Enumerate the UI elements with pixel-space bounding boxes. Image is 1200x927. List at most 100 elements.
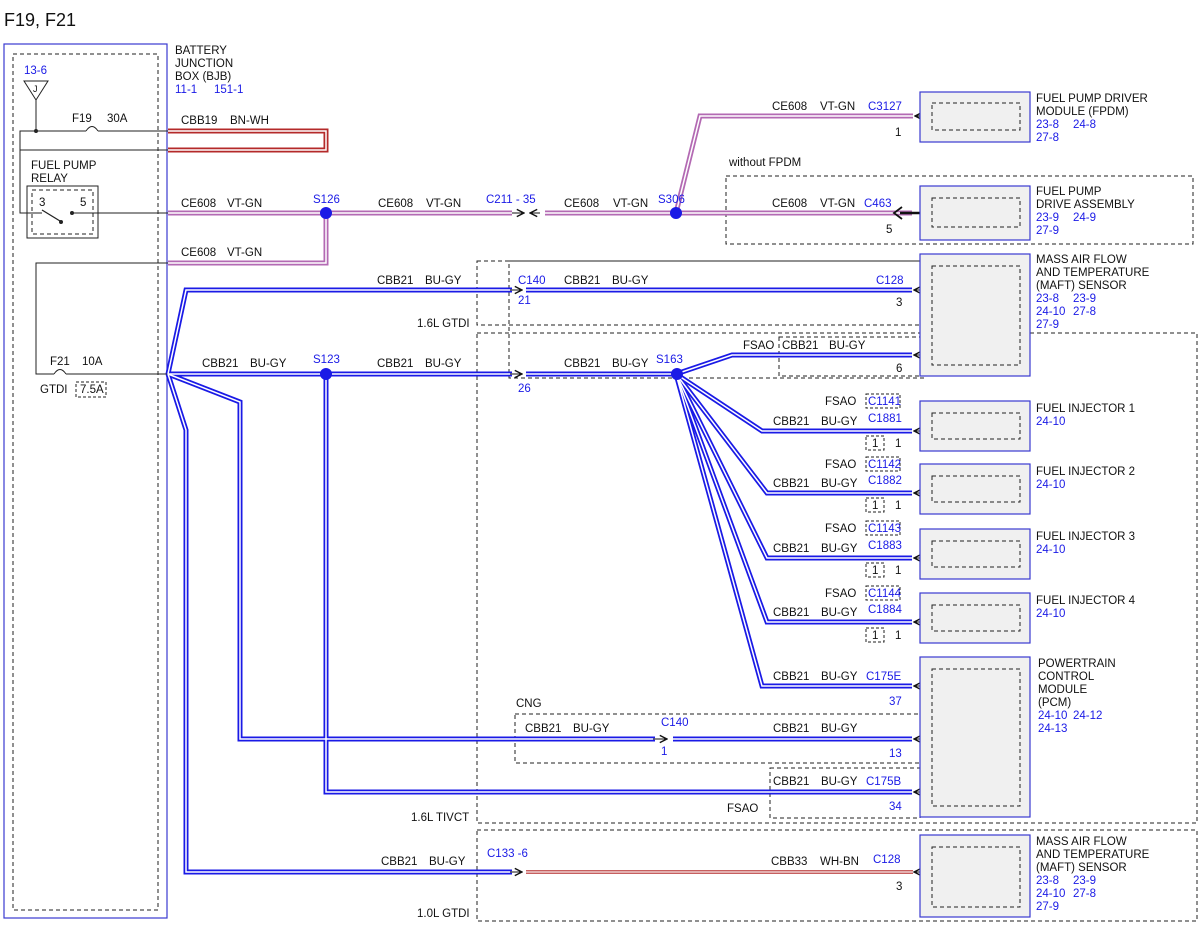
connector-c1143[interactable]: C1143 — [868, 523, 901, 535]
bjb-ref-2[interactable]: 151-1 — [214, 84, 243, 96]
wiring-diagram: F19, F21 BATTERY JUNCTION BOX (BJB) 11-1… — [3, 10, 1198, 922]
maft2-line-3: (MAFT) SENSOR — [1036, 862, 1127, 874]
component-maft-sensor-1[interactable] — [919, 253, 1031, 377]
splice-s123-dot[interactable] — [320, 368, 332, 380]
fuse-f19-label: F19 — [72, 113, 92, 125]
battery-junction-box: BATTERY JUNCTION BOX (BJB) 11-1 151-1 13… — [3, 43, 243, 919]
fpdm-ref-2[interactable]: 24-8 — [1073, 119, 1096, 131]
cbb21-label-inj3: CBB21 — [773, 543, 809, 555]
splice-s126-dot[interactable] — [320, 207, 332, 219]
connector-c175b[interactable]: C175B — [866, 776, 901, 788]
fpdm-line-1: FUEL PUMP DRIVER — [1036, 93, 1148, 105]
maft1-ref-5[interactable]: 27-9 — [1036, 319, 1059, 331]
connector-c1881[interactable]: C1881 — [868, 413, 902, 425]
pcm-ref-2[interactable]: 24-12 — [1073, 710, 1102, 722]
connector-c1141[interactable]: C1141 — [868, 396, 901, 408]
connector-c128-b[interactable]: C128 — [873, 854, 901, 866]
pin-c140-a: 21 — [518, 295, 531, 307]
bjb-ref-1[interactable]: 11-1 — [175, 84, 197, 96]
splices[interactable] — [320, 207, 683, 380]
pcm-ref-3[interactable]: 24-13 — [1038, 723, 1067, 735]
fpda-ref-3[interactable]: 27-9 — [1036, 225, 1059, 237]
splice-s163[interactable]: S163 — [656, 354, 683, 366]
maft2-ref-2[interactable]: 23-9 — [1073, 875, 1096, 887]
connector-c140-a[interactable]: C140 — [518, 275, 546, 287]
connector-c3127[interactable]: C3127 — [868, 101, 902, 113]
maft2-ref-5[interactable]: 27-9 — [1036, 901, 1059, 913]
option-16-tivct: 1.6L TIVCT — [411, 812, 469, 824]
wire-ce608-color-3: VT-GN — [426, 198, 461, 210]
inj1-label: FUEL INJECTOR 1 — [1036, 403, 1135, 415]
component-fuel-injector-3[interactable] — [919, 528, 1031, 580]
fpdm-line-2: MODULE (FPDM) — [1036, 106, 1129, 118]
splice-s123[interactable]: S123 — [313, 354, 340, 366]
connector-c1883[interactable]: C1883 — [868, 540, 902, 552]
wire-cbb19-color: BN-WH — [230, 115, 269, 127]
connector-c1882[interactable]: C1882 — [868, 475, 902, 487]
pin-c3127: 1 — [895, 127, 901, 139]
maft1-ref-1[interactable]: 23-8 — [1036, 293, 1059, 305]
connector-c133[interactable]: C133 -6 — [487, 848, 528, 860]
pcm-ref-1[interactable]: 24-10 — [1038, 710, 1067, 722]
fuel-pump-relay[interactable] — [26, 185, 99, 239]
maft1-ref-3[interactable]: 24-10 — [1036, 306, 1065, 318]
fpda-ref-2[interactable]: 24-9 — [1073, 212, 1096, 224]
page-title: F19, F21 — [4, 10, 76, 30]
inj3-ref[interactable]: 24-10 — [1036, 544, 1065, 556]
connector-c1144[interactable]: C1144 — [868, 588, 902, 600]
option-cng: CNG — [516, 698, 542, 710]
inj2-ref[interactable]: 24-10 — [1036, 479, 1065, 491]
cbb21-color-a: BU-GY — [425, 275, 462, 287]
connector-c211[interactable]: C211 - 35 — [486, 194, 536, 206]
maft2-ref-3[interactable]: 24-10 — [1036, 888, 1065, 900]
cbb21-label-a: CBB21 — [377, 275, 413, 287]
pin-c1882: 1 — [895, 500, 901, 512]
inj1-ref[interactable]: 24-10 — [1036, 416, 1065, 428]
pcm-line-4: (PCM) — [1038, 697, 1071, 709]
connector-c463[interactable]: C463 — [864, 198, 892, 210]
cbb21-color-pcm-b: BU-GY — [821, 776, 858, 788]
maft1-ref-4[interactable]: 27-8 — [1073, 306, 1096, 318]
wire-cbb19[interactable] — [168, 128, 329, 153]
pin-c1143: 1 — [872, 565, 878, 577]
wire-ce608-label-6: CE608 — [772, 198, 807, 210]
wire-ce608[interactable] — [168, 113, 913, 266]
maft2-ref-4[interactable]: 27-8 — [1073, 888, 1096, 900]
power-ref-link[interactable]: 13-6 — [24, 65, 47, 77]
fpdm-ref-3[interactable]: 27-8 — [1036, 132, 1059, 144]
wire-ce608-label-2: CE608 — [181, 247, 216, 259]
fsao-inj3: FSAO — [825, 523, 856, 535]
connector-c140-cng[interactable]: C140 — [661, 717, 689, 729]
maft2-ref-1[interactable]: 23-8 — [1036, 875, 1059, 887]
cbb21-color-b: BU-GY — [612, 275, 649, 287]
component-maft-sensor-2[interactable] — [919, 834, 1031, 918]
inj4-ref[interactable]: 24-10 — [1036, 608, 1065, 620]
pcm-line-2: CONTROL — [1038, 671, 1095, 683]
component-pcm[interactable] — [919, 656, 1031, 818]
fpdm-ref-1[interactable]: 23-8 — [1036, 119, 1059, 131]
splice-s306-dot[interactable] — [670, 207, 682, 219]
relay-label-2: RELAY — [31, 173, 68, 185]
connector-c175e[interactable]: C175E — [866, 671, 901, 683]
splice-s126[interactable]: S126 — [313, 194, 340, 206]
cbb21-label-cng-1: CBB21 — [525, 723, 561, 735]
fpda-ref-1[interactable]: 23-9 — [1036, 212, 1059, 224]
component-fpdm[interactable] — [919, 91, 1031, 143]
wire-ce608-label-5: CE608 — [772, 101, 807, 113]
connector-c128-a[interactable]: C128 — [876, 275, 904, 287]
splice-s306[interactable]: S306 — [658, 194, 685, 206]
maft1-ref-2[interactable]: 23-9 — [1073, 293, 1096, 305]
wire-ce608-label-4: CE608 — [564, 198, 599, 210]
pin-c140-b: 26 — [518, 383, 531, 395]
component-fuel-injector-4[interactable] — [919, 592, 1031, 644]
pin-c175b: 34 — [889, 801, 902, 813]
pin-c175e: 37 — [889, 696, 902, 708]
component-fuel-injector-2[interactable] — [919, 463, 1031, 515]
splice-s163-dot[interactable] — [671, 368, 683, 380]
connector-c1884[interactable]: C1884 — [868, 604, 902, 616]
component-fuel-pump-drive[interactable] — [919, 185, 1031, 241]
wire-ce608-color-4: VT-GN — [613, 198, 648, 210]
component-fuel-injector-1[interactable] — [919, 400, 1031, 452]
connector-c1142[interactable]: C1142 — [868, 459, 901, 471]
cbb21-label-c: CBB21 — [202, 358, 238, 370]
